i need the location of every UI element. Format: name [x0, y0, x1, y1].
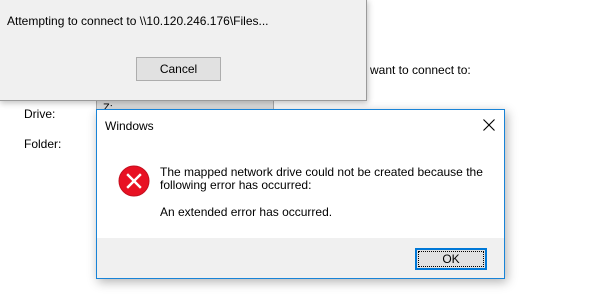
connecting-message: Attempting to connect to \\10.120.246.17…: [7, 14, 269, 28]
error-detail: An extended error has occurred.: [160, 205, 333, 219]
close-button[interactable]: [474, 110, 504, 140]
wizard-prompt-text: want to connect to:: [370, 63, 471, 77]
folder-label: Folder:: [24, 137, 62, 151]
close-icon: [483, 119, 495, 131]
error-message-line2: following error has occurred:: [160, 178, 312, 192]
dialog-button-bar: OK: [97, 238, 504, 278]
error-dialog: Windows The mapped network drive could n…: [96, 109, 505, 279]
ok-button[interactable]: OK: [415, 248, 487, 270]
dialog-titlebar: Windows: [97, 110, 504, 140]
dialog-title: Windows: [105, 119, 154, 133]
error-x-icon: [118, 165, 150, 197]
cancel-button[interactable]: Cancel: [136, 57, 221, 81]
connecting-dialog: Attempting to connect to \\10.120.246.17…: [0, 0, 367, 101]
drive-label: Drive:: [24, 107, 56, 121]
error-message-line1: The mapped network drive could not be cr…: [160, 165, 483, 179]
